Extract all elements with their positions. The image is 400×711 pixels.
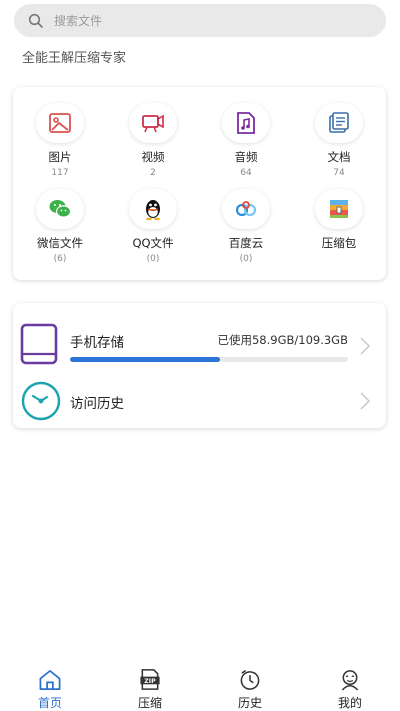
tab-history[interactable]: 历史 [200,660,300,711]
bottom-tab-bar: 首页 ZIP 压缩 历史 我的 [0,660,400,711]
music-icon [222,103,270,143]
category-label: 视频 [141,150,165,164]
category-audio[interactable]: 音频 64 [206,103,286,178]
phone-storage-icon [20,323,58,365]
category-wechat[interactable]: 微信文件 (6) [20,189,100,264]
tab-compress[interactable]: ZIP 压缩 [100,660,200,711]
search-input[interactable]: 搜索文件 [54,12,102,29]
tab-label: 压缩 [137,696,162,710]
category-baidu-cloud[interactable]: 百度云 (0) [206,189,286,264]
category-label: 微信文件 [37,236,83,250]
category-label: 压缩包 [321,236,357,250]
category-archives[interactable]: 压缩包 [299,189,379,254]
category-videos[interactable]: 视频 2 [113,103,193,178]
profile-icon [341,670,359,691]
document-icon [315,103,363,143]
category-label: 文档 [327,150,351,164]
chevron-right-icon [360,392,371,410]
search-bar[interactable]: 搜索文件 [14,4,386,37]
storage-progress-bar [70,357,348,362]
clock-icon [21,381,61,421]
category-count: 117 [51,168,69,178]
phone-storage-row[interactable]: 手机存储 已使用58.9GB/109.3GB [13,303,386,381]
category-count: (0) [239,254,253,264]
category-card: 图片 117 视频 2 音频 64 文档 74 微信文件 (6) QQ文件 (0… [13,87,386,280]
tab-label: 历史 [237,696,262,710]
zip-icon: ZIP [140,669,160,690]
visit-history-row[interactable]: 访问历史 [13,379,386,423]
baidu-cloud-icon [222,189,270,229]
category-label: 音频 [234,150,258,164]
category-qq[interactable]: QQ文件 (0) [113,189,193,264]
wechat-icon [36,189,84,229]
search-icon [28,13,43,28]
category-images[interactable]: 图片 117 [20,103,100,178]
category-label: 图片 [48,150,72,164]
category-count: (0) [146,254,160,264]
chevron-right-icon [360,337,371,355]
tab-home[interactable]: 首页 [0,660,100,711]
visit-history-title: 访问历史 [70,396,124,412]
svg-text:ZIP: ZIP [144,678,156,685]
category-count: 2 [150,168,156,178]
home-icon [39,670,61,690]
image-icon [36,103,84,143]
qq-icon [129,189,177,229]
category-count: 64 [240,168,252,178]
category-documents[interactable]: 文档 74 [299,103,379,178]
category-count: 74 [333,168,345,178]
phone-storage-title: 手机存储 [70,335,124,351]
category-count: (6) [53,254,67,264]
tab-profile[interactable]: 我的 [300,660,400,711]
category-label: QQ文件 [132,236,174,250]
storage-card: 手机存储 已使用58.9GB/109.3GB 访问历史 [13,303,386,428]
storage-usage-text: 已使用58.9GB/109.3GB [217,333,348,347]
app-subtitle: 全能王解压缩专家 [22,51,127,66]
clock-icon [240,670,260,690]
tab-label: 我的 [337,696,362,710]
archive-icon [315,189,363,229]
category-label: 百度云 [228,236,264,250]
video-icon [129,103,177,143]
storage-progress-fill [70,357,220,362]
tab-label: 首页 [37,696,62,710]
